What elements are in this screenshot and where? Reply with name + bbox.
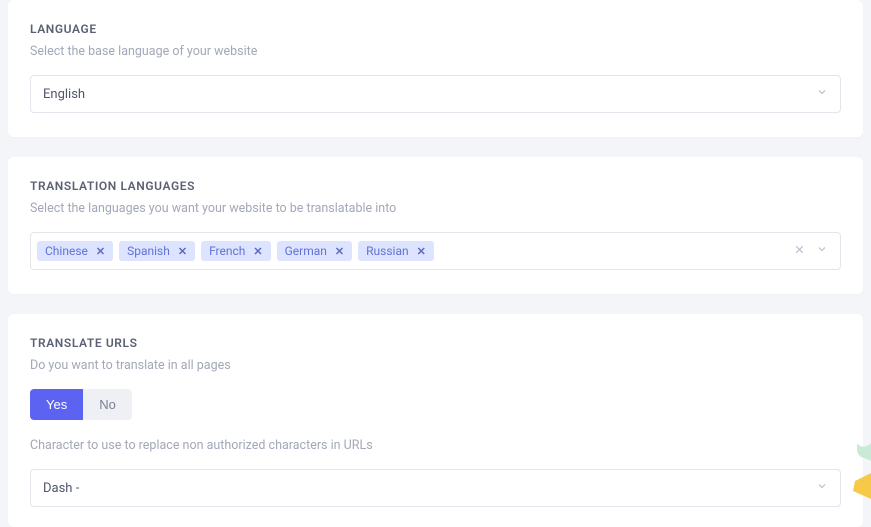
tag-remove-icon[interactable]: ✕ xyxy=(96,245,105,258)
clear-all-icon[interactable] xyxy=(793,243,806,260)
language-select-value: English xyxy=(43,87,816,102)
language-tag: French ✕ xyxy=(201,241,271,261)
urls-card: TRANSLATE URLS Do you want to translate … xyxy=(8,314,863,527)
language-tag: German ✕ xyxy=(277,241,353,261)
urls-help-1: Do you want to translate in all pages xyxy=(30,358,841,373)
translate-toggle: Yes No xyxy=(30,389,132,420)
url-char-select-value: Dash - xyxy=(43,481,816,496)
translation-title: TRANSLATION LANGUAGES xyxy=(30,179,841,193)
language-help: Select the base language of your website xyxy=(30,44,841,59)
tag-remove-icon[interactable]: ✕ xyxy=(417,245,426,258)
urls-title: TRANSLATE URLS xyxy=(30,336,841,350)
language-tag: Chinese ✕ xyxy=(37,241,113,261)
language-select[interactable]: English xyxy=(30,75,841,113)
tag-remove-icon[interactable]: ✕ xyxy=(253,245,262,258)
tag-label: Russian xyxy=(366,244,408,258)
tag-remove-icon[interactable]: ✕ xyxy=(335,245,344,258)
multiselect-actions xyxy=(793,243,834,260)
chevron-down-icon xyxy=(816,86,828,102)
toggle-yes-button[interactable]: Yes xyxy=(30,389,83,420)
language-title: LANGUAGE xyxy=(30,22,841,36)
tag-label: French xyxy=(209,244,245,258)
toggle-no-button[interactable]: No xyxy=(83,389,132,420)
tag-remove-icon[interactable]: ✕ xyxy=(178,245,187,258)
tag-label: Spanish xyxy=(127,244,170,258)
translation-card: TRANSLATION LANGUAGES Select the languag… xyxy=(8,157,863,294)
chevron-down-icon[interactable] xyxy=(816,243,828,259)
urls-help-2: Character to use to replace non authoriz… xyxy=(30,438,841,453)
translation-help: Select the languages you want your websi… xyxy=(30,201,841,216)
language-tag: Spanish ✕ xyxy=(119,241,195,261)
chevron-down-icon xyxy=(816,480,828,496)
tag-label: German xyxy=(285,244,327,258)
tag-label: Chinese xyxy=(45,244,88,258)
language-tag: Russian ✕ xyxy=(358,241,434,261)
translation-multiselect[interactable]: Chinese ✕ Spanish ✕ French ✕ German ✕ Russian ✕ xyxy=(30,232,841,270)
url-char-select[interactable]: Dash - xyxy=(30,469,841,507)
language-card: LANGUAGE Select the base language of you… xyxy=(8,0,863,137)
